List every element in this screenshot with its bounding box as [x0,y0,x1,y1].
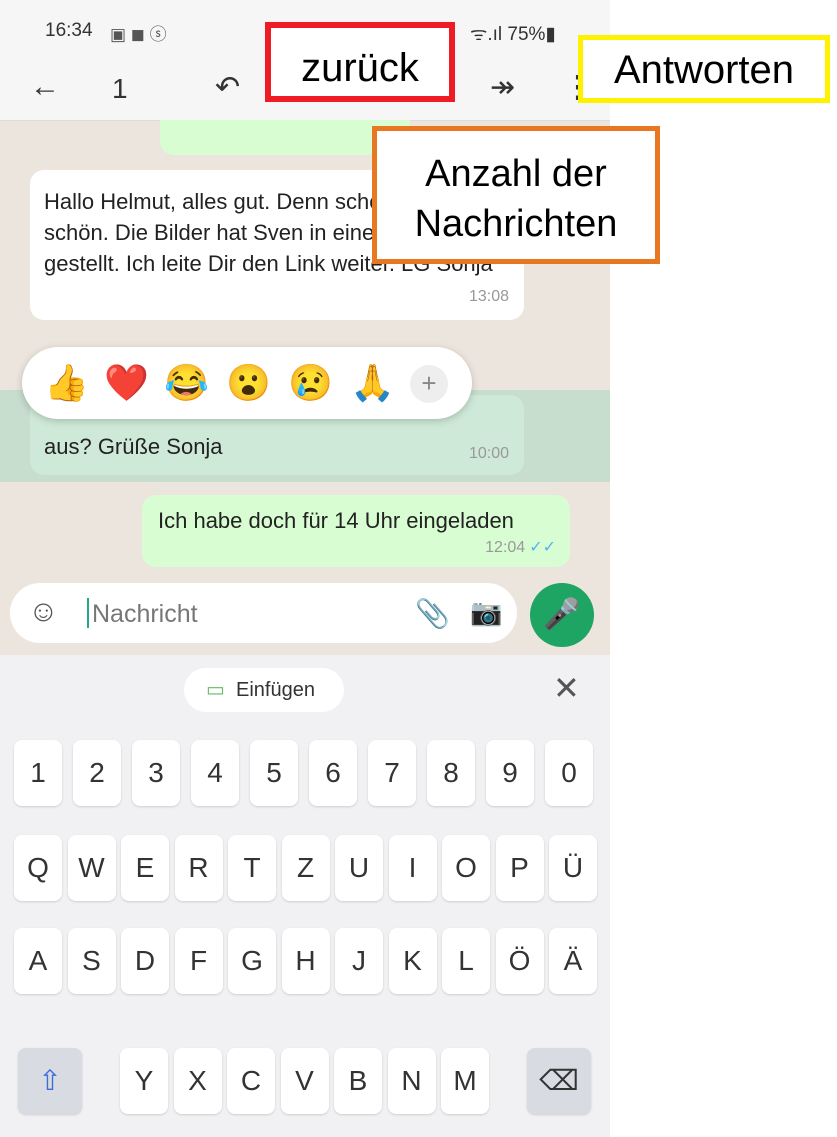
key-X[interactable]: X [173,1048,222,1114]
key-D[interactable]: D [121,928,169,994]
key-O[interactable]: O [442,835,490,901]
annotation-count-label: Anzahl der Nachrichten [372,126,660,264]
key-K[interactable]: K [388,928,437,994]
key-1[interactable]: 1 [14,740,62,806]
key-3[interactable]: 3 [132,740,180,806]
key-4[interactable]: 4 [191,740,239,806]
key-N[interactable]: N [387,1048,436,1114]
back-arrow-icon[interactable]: ← [30,70,60,104]
key-7[interactable]: 7 [368,740,416,806]
paste-label: Einfügen [236,679,315,701]
key-W[interactable]: W [67,835,116,901]
key-S[interactable]: S [67,928,116,994]
key-5[interactable]: 5 [250,740,298,806]
key-F[interactable]: F [174,928,223,994]
reaction-cry[interactable]: 😢 [288,361,333,405]
key-C[interactable]: C [227,1048,275,1114]
mic-icon: 🎤 [543,598,581,631]
shift-key[interactable]: ⇧ [18,1048,82,1114]
key-Q[interactable]: Q [14,835,62,901]
message-time: 10:00 [468,445,509,462]
key-Ä[interactable]: Ä [549,928,597,994]
clipboard-icon: ▭ [206,679,225,701]
key-V[interactable]: V [280,1048,329,1114]
key-T[interactable]: T [228,835,276,901]
reaction-thumbs-up[interactable]: 👍 [44,361,89,405]
reaction-laugh[interactable]: 😂 [164,361,209,405]
message-input[interactable]: Nachricht [92,600,198,629]
battery-indicator: ᯤ.ıl 75%▮ [470,24,556,45]
key-J[interactable]: J [335,928,383,994]
backspace-key[interactable]: ⌫ [527,1048,591,1114]
key-9[interactable]: 9 [486,740,534,806]
message-time: 12:04 [485,539,526,556]
reply-icon[interactable]: ↶ [215,70,240,105]
status-time: 16:34 [45,20,93,41]
read-ticks-icon: ✓✓ [529,539,556,556]
emoji-icon[interactable]: ☺ [28,595,59,629]
attach-icon[interactable]: 📎 [415,597,450,630]
key-G[interactable]: G [228,928,276,994]
annotation-reply-label: Antworten [578,35,830,103]
forward-icon[interactable]: ↠ [490,70,515,105]
message-bubble-outgoing[interactable]: Ich habe doch für 14 Uhr eingeladen 12:0… [142,495,570,567]
key-2[interactable]: 2 [73,740,121,806]
reaction-surprised[interactable]: 😮 [226,361,271,405]
selected-count: 1 [112,73,128,104]
paste-suggestion[interactable]: ▭ Einfügen [184,668,344,712]
key-R[interactable]: R [174,835,223,901]
key-A[interactable]: A [14,928,62,994]
key-Z[interactable]: Z [281,835,330,901]
text-cursor [87,598,89,628]
key-H[interactable]: H [281,928,330,994]
message-time: 13:08 [468,288,509,305]
close-icon[interactable]: ✕ [553,669,580,707]
key-I[interactable]: I [388,835,437,901]
reaction-heart[interactable]: ❤️ [104,361,149,405]
message-meta: 12:04 ✓✓ [485,532,556,563]
key-0[interactable]: 0 [545,740,593,806]
key-U[interactable]: U [335,835,383,901]
reaction-more-icon[interactable]: + [410,365,448,403]
message-text: aus? Grüße Sonja [44,434,223,459]
message-input-bar[interactable]: ☺ Nachricht 📎 📷 [10,583,517,643]
reaction-picker: 👍 ❤️ 😂 😮 😢 🙏 + [22,347,472,419]
reaction-pray[interactable]: 🙏 [350,361,395,405]
key-Y[interactable]: Y [120,1048,168,1114]
key-8[interactable]: 8 [427,740,475,806]
annotation-back-label: zurück [265,22,455,102]
camera-icon[interactable]: 📷 [470,597,502,628]
message-text: Ich habe doch für 14 Uhr eingeladen [158,508,514,533]
key-Ö[interactable]: Ö [495,928,544,994]
key-6[interactable]: 6 [309,740,357,806]
key-L[interactable]: L [442,928,490,994]
key-E[interactable]: E [121,835,169,901]
key-B[interactable]: B [334,1048,382,1114]
key-P[interactable]: P [495,835,544,901]
key-M[interactable]: M [441,1048,489,1114]
notification-icons: ▣ ◼ ⓢ [110,25,167,44]
mic-button[interactable]: 🎤 [530,583,594,647]
key-Ü[interactable]: Ü [549,835,597,901]
